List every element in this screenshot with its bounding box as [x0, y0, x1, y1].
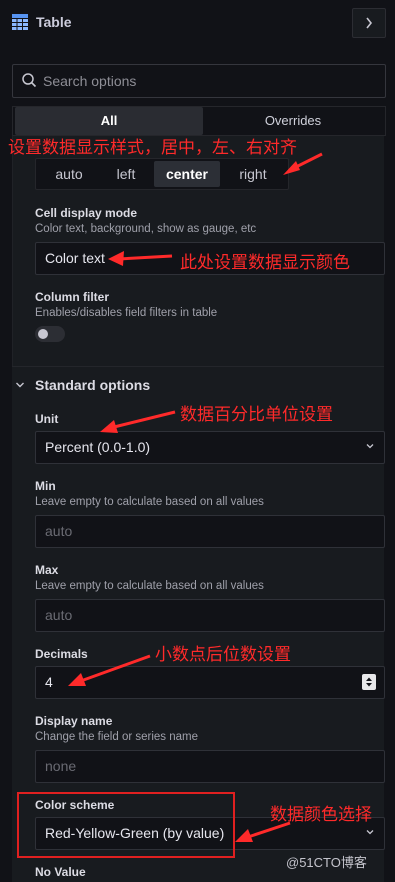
annotation-arrows	[68, 152, 323, 842]
arrow-decimals	[77, 654, 151, 684]
watermark: @51CTO博客	[286, 855, 367, 870]
arrow-color-scheme	[244, 821, 291, 840]
arrow-unit	[109, 410, 176, 430]
arrow-cell-color	[117, 254, 173, 261]
